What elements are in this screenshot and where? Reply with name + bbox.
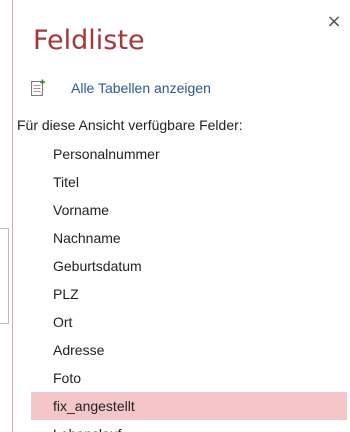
field-item-adresse[interactable]: Adresse bbox=[31, 336, 347, 364]
field-list: Personalnummer Titel Vorname Nachname Ge… bbox=[31, 140, 347, 432]
field-item-nachname[interactable]: Nachname bbox=[31, 224, 347, 252]
close-pane-button[interactable]: × bbox=[324, 12, 344, 32]
form-design-area bbox=[0, 0, 12, 432]
field-item-lebenslauf[interactable]: Lebenslauf bbox=[31, 420, 347, 432]
form-control-edge[interactable] bbox=[0, 228, 9, 324]
close-icon: × bbox=[326, 11, 342, 32]
field-item-fix-angestellt[interactable]: fix_angestellt bbox=[31, 392, 347, 420]
show-all-tables-label: Alle Tabellen anzeigen bbox=[71, 80, 211, 96]
field-list-pane: × Feldliste Alle Tabellen anzeigen Für d… bbox=[12, 0, 350, 432]
field-item-titel[interactable]: Titel bbox=[31, 168, 347, 196]
field-item-ort[interactable]: Ort bbox=[31, 308, 347, 336]
table-add-icon bbox=[31, 79, 45, 96]
access-window: × Feldliste Alle Tabellen anzeigen Für d… bbox=[0, 0, 350, 432]
field-item-vorname[interactable]: Vorname bbox=[31, 196, 347, 224]
show-all-tables-link[interactable]: Alle Tabellen anzeigen bbox=[30, 78, 211, 98]
available-fields-heading: Für diese Ansicht verfügbare Felder: bbox=[17, 117, 243, 133]
field-item-plz[interactable]: PLZ bbox=[31, 280, 347, 308]
field-item-geburtsdatum[interactable]: Geburtsdatum bbox=[31, 252, 347, 280]
field-item-foto[interactable]: Foto bbox=[31, 364, 347, 392]
field-item-personalnummer[interactable]: Personalnummer bbox=[31, 140, 347, 168]
pane-title: Feldliste bbox=[33, 25, 145, 56]
